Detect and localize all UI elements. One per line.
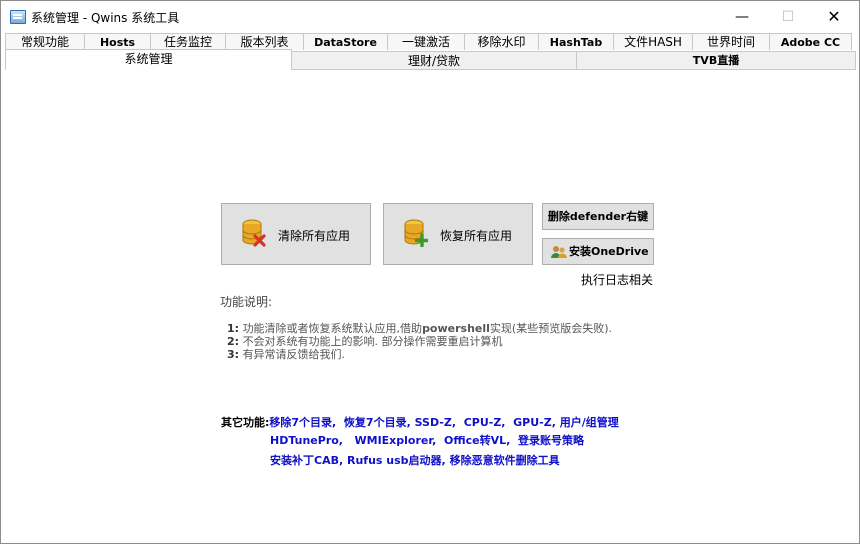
tab-adobe-cc[interactable]: Adobe CC xyxy=(769,33,852,50)
link-login-account-policy[interactable]: 登录账号策略 xyxy=(518,434,584,447)
tab-general[interactable]: 常规功能 xyxy=(5,33,85,50)
tab-hashtab[interactable]: HashTab xyxy=(538,33,614,50)
minimize-button[interactable]: — xyxy=(719,1,765,33)
link-remove-malware-tool[interactable]: 移除恶意软件删除工具 xyxy=(450,454,560,467)
app-icon xyxy=(10,10,26,24)
link-rufus-usb[interactable]: Rufus usb启动器, xyxy=(347,454,446,467)
link-office-to-vl[interactable]: Office转VL, xyxy=(444,434,510,447)
close-button[interactable]: ✕ xyxy=(811,1,857,33)
function-description-title: 功能说明: xyxy=(220,295,273,309)
link-install-patch-cab[interactable]: 安装补丁CAB, xyxy=(270,454,343,467)
other-functions-line-2: HDTunePro, WMIExplorer, Office转VL, 登录账号策… xyxy=(270,432,584,448)
link-gpu-z[interactable]: GPU-Z, xyxy=(513,416,556,429)
tab-content-panel: 清除所有应用 恢复所有应用 删除defender右键 安装OneDrive 执行… xyxy=(5,70,857,540)
other-functions-line-1: 其它功能:移除7个目录, 恢复7个目录, SSD-Z, CPU-Z, GPU-Z… xyxy=(221,414,619,430)
tab-datastore[interactable]: DataStore xyxy=(303,33,388,50)
description-line-3: 3: 有异常请反馈给我们. xyxy=(227,346,345,362)
sub-tab-row: 系统管理 理财/贷款 TVB直播 xyxy=(5,49,857,70)
link-restore-7-dirs[interactable]: 恢复7个目录, xyxy=(344,416,411,429)
link-hdtunepro[interactable]: HDTunePro, xyxy=(270,434,343,447)
other-functions-line-3: 安装补丁CAB, Rufus usb启动器, 移除恶意软件删除工具 xyxy=(270,452,560,468)
link-wmiexplorer[interactable]: WMIExplorer, xyxy=(354,434,436,447)
tab-remove-watermark[interactable]: 移除水印 xyxy=(464,33,539,50)
database-add-icon xyxy=(404,219,428,247)
link-user-group-management[interactable]: 用户/组管理 xyxy=(560,416,619,429)
clear-all-apps-label: 清除所有应用 xyxy=(278,229,351,243)
tab-finance-loan[interactable]: 理财/贷款 xyxy=(291,51,577,70)
tab-file-hash[interactable]: 文件HASH xyxy=(613,33,693,50)
restore-all-apps-button[interactable]: 恢复所有应用 xyxy=(383,203,533,265)
link-cpu-z[interactable]: CPU-Z, xyxy=(464,416,506,429)
tab-version-list[interactable]: 版本列表 xyxy=(225,33,304,50)
title-bar: 系统管理 - Qwins 系统工具 — ☐ ✕ xyxy=(1,1,859,33)
database-remove-icon xyxy=(242,219,266,247)
remove-defender-context-button[interactable]: 删除defender右键 xyxy=(542,203,654,230)
tab-hosts[interactable]: Hosts xyxy=(84,33,151,50)
install-onedrive-label: 安装OneDrive xyxy=(569,245,649,258)
description-number-3: 3: xyxy=(227,348,240,361)
users-icon xyxy=(551,246,567,258)
tab-system-management[interactable]: 系统管理 xyxy=(5,49,292,70)
link-remove-7-dirs[interactable]: 移除7个目录, xyxy=(269,416,336,429)
tab-one-click-activate[interactable]: 一键激活 xyxy=(387,33,465,50)
restore-all-apps-label: 恢复所有应用 xyxy=(440,229,513,243)
other-functions-label: 其它功能: xyxy=(221,416,270,429)
link-ssd-z[interactable]: SSD-Z, xyxy=(415,416,456,429)
maximize-button[interactable]: ☐ xyxy=(765,1,811,33)
description-text-1c: 实现(某些预览版会失败). xyxy=(489,322,613,335)
clear-all-apps-button[interactable]: 清除所有应用 xyxy=(221,203,371,265)
tab-tvb-live[interactable]: TVB直播 xyxy=(576,51,856,70)
install-onedrive-button[interactable]: 安装OneDrive xyxy=(542,238,654,265)
window-title: 系统管理 - Qwins 系统工具 xyxy=(31,11,180,25)
execution-log-label[interactable]: 执行日志相关 xyxy=(581,271,653,288)
app-window: 系统管理 - Qwins 系统工具 — ☐ ✕ 常规功能 Hosts 任务监控 … xyxy=(0,0,860,544)
description-text-3: 有异常请反馈给我们. xyxy=(242,348,346,361)
tab-world-time[interactable]: 世界时间 xyxy=(692,33,770,50)
tab-task-monitor[interactable]: 任务监控 xyxy=(150,33,226,50)
